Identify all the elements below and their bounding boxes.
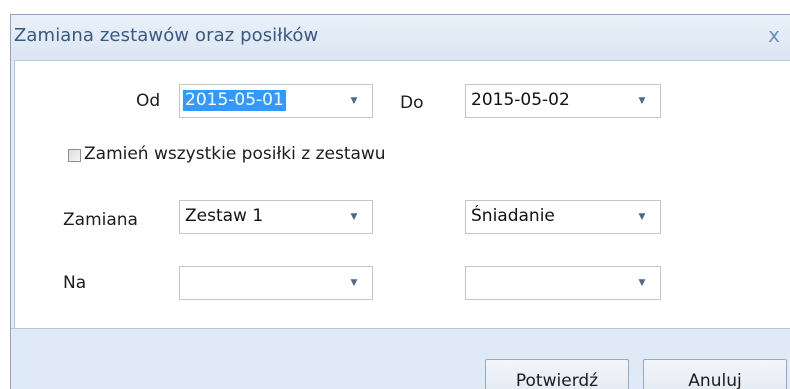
do-date-picker[interactable]: 2015-05-02 ▼ (465, 84, 661, 118)
na-set-dropdown[interactable]: ▼ (179, 266, 373, 300)
chevron-down-icon[interactable]: ▼ (634, 209, 650, 225)
do-label: Do (400, 93, 424, 113)
screen: Zamiana zestawów oraz posiłków x Potwier… (0, 0, 790, 389)
od-label: Od (136, 91, 161, 111)
close-icon[interactable]: x (763, 22, 785, 48)
zamiana-meal-value: Śniadanie (471, 206, 555, 226)
zamiana-label: Zamiana (63, 210, 138, 230)
od-date-value: 2015-05-01 (183, 90, 286, 111)
na-label: Na (63, 273, 87, 293)
confirm-button[interactable]: Potwierdź (485, 359, 629, 389)
dialog-title: Zamiana zestawów oraz posiłków (14, 25, 319, 46)
od-date-picker[interactable]: 2015-05-01 ▼ (179, 84, 373, 118)
replace-all-checkbox[interactable] (68, 149, 81, 162)
dialog-footer: Potwierdź Anuluj (11, 328, 790, 389)
zamiana-set-value: Zestaw 1 (185, 206, 264, 226)
cancel-button[interactable]: Anuluj (643, 359, 787, 389)
do-date-value: 2015-05-02 (471, 90, 570, 110)
chevron-down-icon[interactable]: ▼ (634, 275, 650, 291)
replace-all-label[interactable]: Zamień wszystkie posiłki z zestawu (84, 144, 386, 164)
chevron-down-icon[interactable]: ▼ (346, 93, 362, 109)
zamiana-meal-dropdown[interactable]: Śniadanie ▼ (465, 200, 661, 234)
chevron-down-icon[interactable]: ▼ (346, 275, 362, 291)
title-bar: Zamiana zestawów oraz posiłków x (11, 15, 790, 61)
na-meal-dropdown[interactable]: ▼ (465, 266, 661, 300)
zamiana-set-dropdown[interactable]: Zestaw 1 ▼ (179, 200, 373, 234)
chevron-down-icon[interactable]: ▼ (346, 209, 362, 225)
chevron-down-icon[interactable]: ▼ (634, 93, 650, 109)
